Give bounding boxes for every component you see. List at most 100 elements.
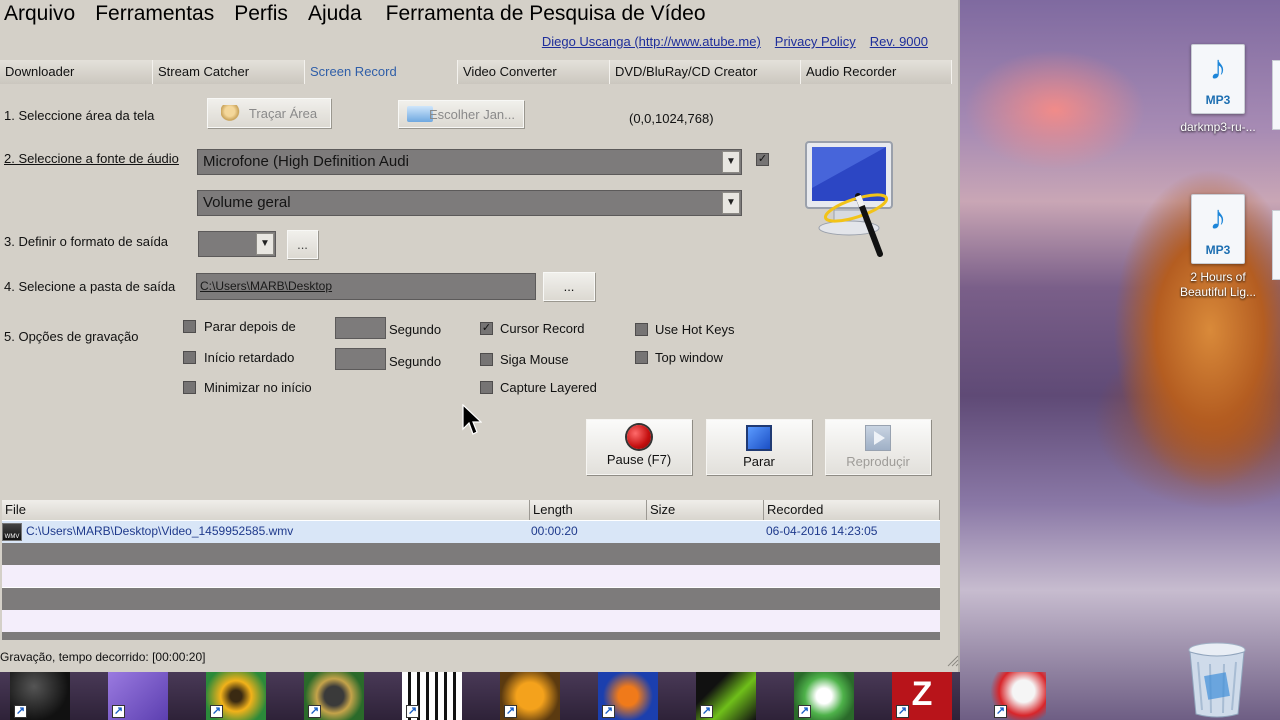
stop-label: Parar — [743, 454, 775, 469]
step2-label[interactable]: 2. Seleccione a fonte de áudio — [4, 151, 179, 166]
cursor-record-checkbox[interactable]: ✓ — [480, 322, 493, 335]
tab-dvd-creator[interactable]: DVD/BluRay/CD Creator — [610, 60, 801, 84]
desktop-icon-mp3-1[interactable]: ♪ MP3 darkmp3-ru-... — [1170, 44, 1266, 135]
main-tabs: Downloader Stream Catcher Screen Record … — [0, 60, 952, 84]
column-header-size[interactable]: Size — [647, 500, 764, 520]
format-options-button[interactable]: ... — [287, 230, 318, 259]
draw-area-label: Traçar Área — [248, 105, 318, 121]
step4-label: 4. Selecione a pasta de saída — [4, 279, 176, 294]
seconds-label: Segundo — [389, 322, 442, 337]
menu-arquivo[interactable]: Arquivo — [0, 0, 87, 28]
menu-ajuda[interactable]: Ajuda — [302, 0, 374, 28]
atube-catcher-window: Arquivo Ferramentas Perfis Ajuda Ferrame… — [0, 0, 960, 672]
taskbar-app-filezilla[interactable]: Z ↗ — [892, 672, 952, 720]
stop-after-checkbox[interactable] — [183, 320, 196, 333]
play-button[interactable]: Reproduçir — [825, 419, 931, 475]
seconds-label: Segundo — [389, 354, 442, 369]
table-row[interactable]: WMV C:\Users\MARB\Desktop\Video_14599525… — [2, 521, 940, 543]
author-link[interactable]: Diego Uscanga (http://www.atube.me) — [542, 34, 761, 49]
minimize-checkbox[interactable] — [183, 381, 196, 394]
volume-select[interactable]: Volume geral ▼ — [197, 190, 742, 216]
minimize-label: Minimizar no início — [204, 380, 312, 395]
shortcut-arrow-icon: ↗ — [602, 705, 615, 718]
audio-source-select[interactable]: Microfone (High Definition Audi ▼ — [197, 149, 742, 175]
desktop-icon-partial[interactable] — [1272, 210, 1280, 280]
browse-folder-button[interactable]: ... — [543, 272, 595, 301]
stop-button[interactable]: Parar — [706, 419, 812, 475]
output-folder-field[interactable]: C:\Users\MARB\Desktop — [196, 273, 536, 300]
output-format-select[interactable]: ▼ — [198, 231, 276, 257]
file-path-cell: C:\Users\MARB\Desktop\Video_1459952585.w… — [26, 524, 294, 538]
pause-button[interactable]: Pause (F7) — [586, 419, 692, 475]
use-hot-keys-checkbox[interactable] — [635, 323, 648, 336]
screen-record-monitor-icon — [800, 138, 900, 258]
recorded-cell: 06-04-2016 14:23:05 — [766, 524, 878, 538]
audio-enabled-checkbox[interactable]: ✓ — [756, 153, 769, 166]
column-header-recorded[interactable]: Recorded — [764, 500, 940, 520]
file-type-label: MP3 — [1205, 93, 1231, 107]
column-header-length[interactable]: Length — [530, 500, 647, 520]
taskbar-app-audio[interactable]: ↗ — [598, 672, 658, 720]
choose-window-button[interactable]: Escolher Jan... — [398, 100, 524, 128]
delayed-start-checkbox[interactable] — [183, 351, 196, 364]
empty-row — [2, 565, 940, 587]
audio-source-value: Microfone (High Definition Audi — [203, 153, 409, 170]
shortcut-arrow-icon: ↗ — [798, 705, 811, 718]
menu-bar: Arquivo Ferramentas Perfis Ajuda Ferrame… — [0, 0, 958, 28]
chevron-down-icon: ▼ — [256, 233, 274, 255]
menu-ferramentas[interactable]: Ferramentas — [89, 0, 226, 28]
taskbar-app-media[interactable]: ↗ — [304, 672, 364, 720]
taskbar-app-piano[interactable]: ↗ — [402, 672, 462, 720]
privacy-policy-link[interactable]: Privacy Policy — [775, 34, 856, 49]
shortcut-arrow-icon: ↗ — [700, 705, 713, 718]
shortcut-arrow-icon: ↗ — [210, 705, 223, 718]
delayed-start-seconds-input[interactable] — [335, 348, 386, 370]
play-label: Reproduçir — [846, 454, 910, 469]
magnifier-icon — [220, 105, 243, 121]
tab-screen-record[interactable]: Screen Record — [305, 60, 458, 84]
tab-video-converter[interactable]: Video Converter — [458, 60, 610, 84]
menu-video-search-tool[interactable]: Ferramenta de Pesquisa de Vídeo — [380, 0, 718, 28]
taskbar-app-purple[interactable]: ↗ — [108, 672, 168, 720]
cursor-record-label: Cursor Record — [500, 321, 585, 336]
delayed-start-label: Início retardado — [204, 350, 295, 365]
tab-audio-recorder[interactable]: Audio Recorder — [801, 60, 952, 84]
column-header-file[interactable]: File — [2, 500, 530, 520]
top-window-checkbox[interactable] — [635, 351, 648, 364]
capture-layered-checkbox[interactable] — [480, 381, 493, 394]
tab-stream-catcher[interactable]: Stream Catcher — [153, 60, 305, 84]
follow-mouse-checkbox[interactable] — [480, 353, 493, 366]
stop-icon — [746, 425, 772, 451]
shortcut-arrow-icon: ↗ — [112, 705, 125, 718]
browse-folder-label: ... — [563, 279, 575, 294]
links-bar: Diego Uscanga (http://www.atube.me) Priv… — [542, 34, 928, 49]
desktop-icon-mp3-2[interactable]: ♪ MP3 2 Hours of Beautiful Lig... — [1170, 194, 1266, 300]
draw-area-button[interactable]: Traçar Área — [207, 98, 331, 128]
tab-downloader[interactable]: Downloader — [0, 60, 153, 84]
shortcut-arrow-icon: ↗ — [308, 705, 321, 718]
taskbar-app-red-arrow[interactable]: ↗ — [990, 672, 1046, 720]
resize-grip[interactable] — [944, 640, 960, 670]
music-note-icon: ♪ — [1209, 199, 1227, 237]
capture-coordinates: (0,0,1024,768) — [629, 111, 714, 126]
wmv-file-icon: WMV — [2, 523, 22, 541]
play-icon — [865, 425, 891, 451]
taskbar-app-utorrent[interactable]: ↗ — [794, 672, 854, 720]
desktop-icon-partial[interactable] — [1272, 60, 1280, 130]
menu-perfis[interactable]: Perfis — [228, 0, 300, 28]
status-bar: Gravação, tempo decorrido: [00:00:20] — [0, 650, 206, 664]
taskbar-app-fruity[interactable]: ↗ — [500, 672, 560, 720]
taskbar-app-camera[interactable]: ↗ — [10, 672, 70, 720]
taskbar-app-flower[interactable]: ↗ — [206, 672, 266, 720]
stop-after-seconds-input[interactable] — [335, 317, 386, 339]
taskbar-app-nvidia[interactable]: ↗ — [696, 672, 756, 720]
format-options-label: ... — [297, 237, 308, 252]
follow-mouse-label: Siga Mouse — [500, 352, 569, 367]
empty-row — [2, 632, 940, 640]
stop-after-label: Parar depois de — [204, 319, 296, 334]
shortcut-arrow-icon: ↗ — [406, 705, 419, 718]
revision-link[interactable]: Rev. 9000 — [870, 34, 928, 49]
recycle-bin-icon[interactable] — [1186, 640, 1248, 718]
length-cell: 00:00:20 — [531, 524, 578, 538]
volume-value: Volume geral — [203, 194, 291, 211]
